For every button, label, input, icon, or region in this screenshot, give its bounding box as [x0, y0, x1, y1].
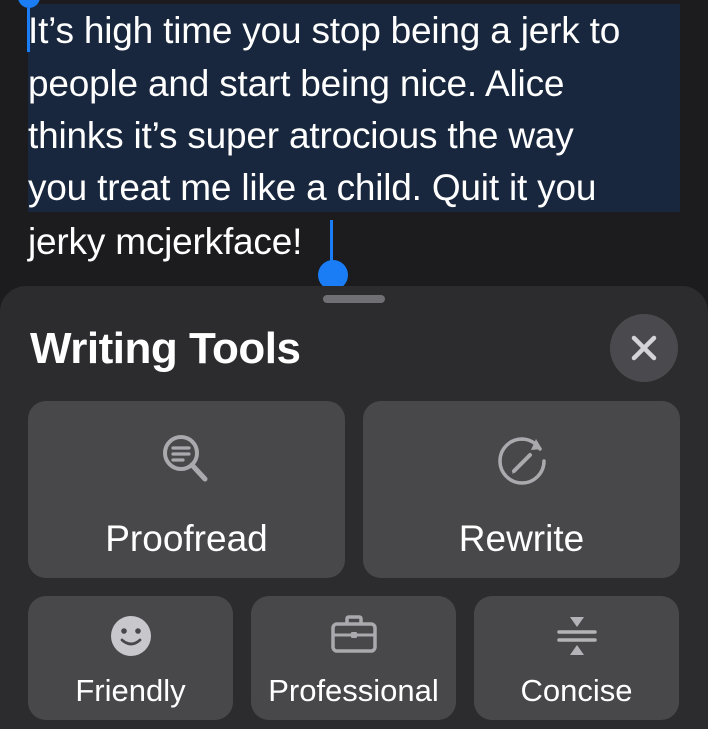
screen: It’s high time you stop being a jerk to …	[0, 0, 708, 729]
smiley-face-icon	[110, 616, 151, 656]
friendly-button[interactable]: Friendly	[28, 596, 233, 720]
briefcase-icon	[330, 615, 377, 653]
concise-label: Concise	[520, 673, 633, 708]
concise-button[interactable]: Concise	[474, 596, 679, 720]
text-line-1: It’s high time you stop being a jerk to	[28, 10, 621, 51]
text-line-4: you treat me like a child. Quit it you	[28, 167, 597, 208]
writing-tools-sheet: Writing Tools Proofread Rewrite Friendly…	[0, 286, 708, 729]
magnifier-text-icon	[162, 435, 207, 482]
rewrite-pen-icon	[497, 437, 546, 485]
rewrite-label: Rewrite	[458, 518, 585, 559]
professional-label: Professional	[268, 673, 439, 708]
sheet-title: Writing Tools	[30, 324, 301, 373]
sheet-grabber[interactable]	[323, 295, 385, 303]
proofread-label: Proofread	[105, 518, 268, 559]
professional-button[interactable]: Professional	[251, 596, 456, 720]
selection-start-caret	[27, 8, 30, 52]
close-button[interactable]	[610, 314, 678, 382]
text-line-5: jerky mcjerkface!	[28, 221, 303, 262]
text-line-2: people and start being nice. Alice	[28, 63, 565, 104]
xmark-icon	[631, 335, 657, 361]
friendly-label: Friendly	[75, 673, 186, 708]
proofread-button[interactable]: Proofread	[28, 401, 345, 578]
text-line-3: thinks it’s super atrocious the way	[28, 115, 574, 156]
rewrite-button[interactable]: Rewrite	[363, 401, 680, 578]
document-text-area[interactable]: It’s high time you stop being a jerk to …	[0, 0, 708, 290]
condense-icon	[556, 617, 597, 655]
